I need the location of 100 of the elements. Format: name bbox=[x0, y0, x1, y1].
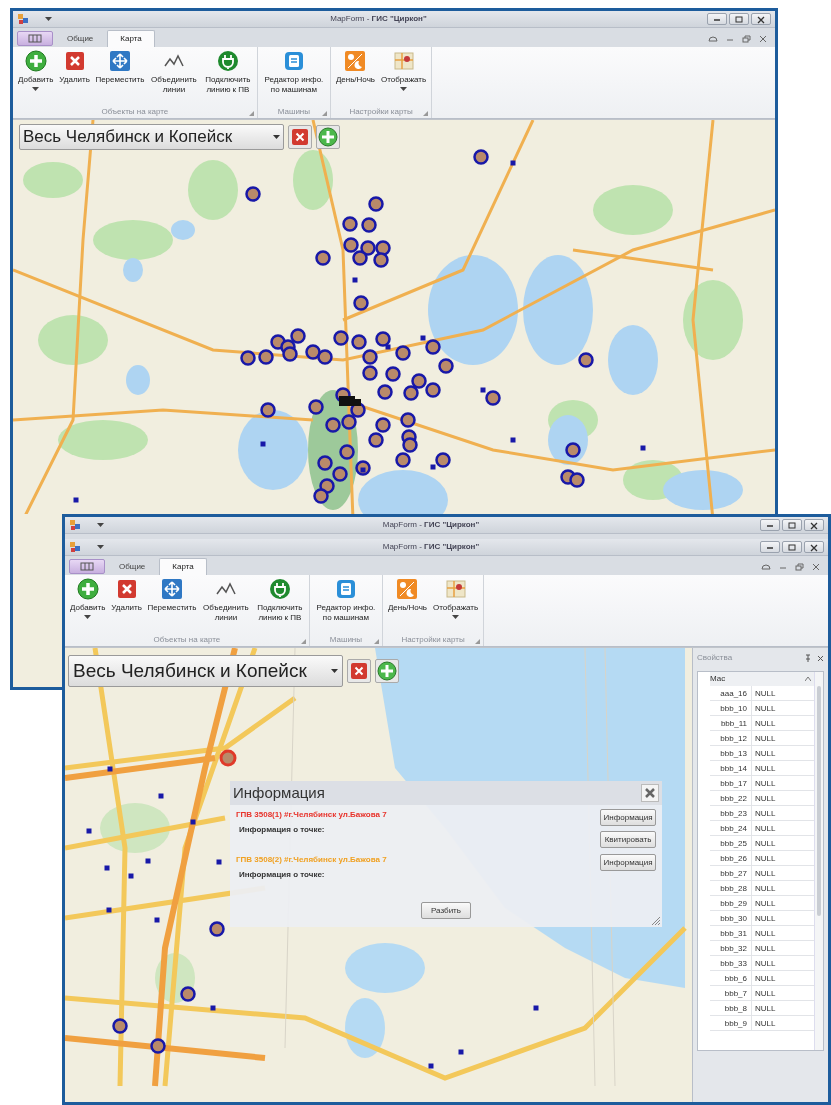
ribbon-button[interactable]: Переместить bbox=[92, 50, 147, 85]
map-marker[interactable] bbox=[362, 365, 378, 381]
map-point[interactable] bbox=[154, 917, 160, 923]
map-marker[interactable] bbox=[339, 444, 355, 460]
close-button[interactable] bbox=[751, 13, 771, 25]
dialog-button[interactable]: Информация bbox=[600, 854, 656, 871]
map-point[interactable] bbox=[73, 497, 79, 503]
map-point[interactable] bbox=[216, 859, 222, 865]
application-menu-button[interactable] bbox=[69, 559, 105, 574]
caret-icon[interactable] bbox=[400, 87, 408, 91]
map-point[interactable] bbox=[480, 387, 486, 393]
map-point[interactable] bbox=[352, 277, 358, 283]
map-point[interactable] bbox=[106, 907, 112, 913]
collapse-icon[interactable] bbox=[805, 677, 811, 681]
map-marker[interactable] bbox=[411, 373, 427, 389]
map-marker[interactable] bbox=[112, 1018, 128, 1034]
caret-icon[interactable] bbox=[32, 87, 40, 91]
arrows-icon[interactable] bbox=[108, 50, 131, 72]
maximize-icon[interactable] bbox=[733, 14, 745, 24]
map-point[interactable] bbox=[210, 1005, 216, 1011]
ribbon-button[interactable]: Добавить bbox=[67, 578, 109, 619]
app-icon[interactable] bbox=[69, 519, 81, 531]
map-point[interactable] bbox=[158, 793, 164, 799]
map-marker[interactable] bbox=[180, 986, 196, 1002]
dialog-button[interactable]: Квитировать bbox=[600, 831, 656, 848]
map-marker[interactable] bbox=[317, 455, 333, 471]
map-marker[interactable] bbox=[403, 385, 419, 401]
map-marker[interactable] bbox=[438, 358, 454, 374]
map-point[interactable] bbox=[510, 437, 516, 443]
ribbon-button[interactable]: Объединить линии bbox=[198, 578, 253, 623]
map-marker[interactable] bbox=[333, 330, 349, 346]
minimize-button[interactable] bbox=[760, 541, 780, 553]
pin-icon[interactable] bbox=[805, 654, 811, 662]
truck-icon[interactable] bbox=[339, 396, 361, 406]
caret-icon[interactable] bbox=[452, 615, 460, 619]
map-marker[interactable] bbox=[565, 442, 581, 458]
map-marker[interactable] bbox=[569, 472, 585, 488]
map-point[interactable] bbox=[107, 766, 113, 772]
app-icon[interactable] bbox=[17, 13, 29, 25]
plus-icon[interactable] bbox=[24, 50, 47, 72]
area-dropdown[interactable]: Весь Челябинск и Копейск bbox=[19, 124, 284, 150]
ribbon-button[interactable]: Редактор инфо. по машинам bbox=[259, 50, 328, 95]
map-point[interactable] bbox=[385, 344, 391, 350]
split-button[interactable]: Разбить bbox=[421, 902, 471, 919]
close-icon[interactable] bbox=[645, 788, 655, 798]
close-button[interactable] bbox=[641, 784, 659, 802]
map-marker[interactable] bbox=[425, 339, 441, 355]
caret-icon[interactable] bbox=[273, 135, 280, 139]
map-marker[interactable] bbox=[473, 149, 489, 165]
map-marker[interactable] bbox=[260, 402, 276, 418]
document-icon[interactable] bbox=[282, 50, 305, 72]
map-marker[interactable] bbox=[308, 399, 324, 415]
ribbon-button[interactable]: Подключить линию к ПВ bbox=[252, 578, 307, 623]
document-icon[interactable] bbox=[334, 578, 357, 600]
map-marker[interactable] bbox=[485, 390, 501, 406]
close-button[interactable] bbox=[804, 541, 824, 553]
map-marker[interactable] bbox=[385, 366, 401, 382]
map-point[interactable] bbox=[104, 865, 110, 871]
map-marker[interactable] bbox=[290, 328, 306, 344]
plug-icon[interactable] bbox=[268, 578, 291, 600]
map-marker[interactable] bbox=[373, 252, 389, 268]
map-marker[interactable] bbox=[245, 186, 261, 202]
map-marker[interactable] bbox=[360, 240, 376, 256]
plus-icon[interactable] bbox=[76, 578, 99, 600]
map-icon[interactable] bbox=[392, 50, 415, 72]
collapse-ribbon-icon[interactable] bbox=[708, 35, 718, 43]
ribbon-tab[interactable]: Общие bbox=[55, 30, 106, 47]
map-marker[interactable] bbox=[362, 349, 378, 365]
map-marker[interactable] bbox=[240, 350, 256, 366]
caret-icon[interactable] bbox=[97, 523, 104, 527]
application-menu-button[interactable] bbox=[17, 31, 53, 46]
map-marker[interactable] bbox=[435, 452, 451, 468]
map-marker[interactable] bbox=[377, 384, 393, 400]
map-marker[interactable] bbox=[341, 414, 357, 430]
ribbon-tab[interactable]: Карта bbox=[107, 30, 155, 47]
map-point[interactable] bbox=[128, 873, 134, 879]
caret-icon[interactable] bbox=[45, 17, 52, 21]
map-marker[interactable] bbox=[315, 250, 331, 266]
map-point[interactable] bbox=[420, 335, 426, 341]
dialog-button[interactable]: Информация bbox=[600, 809, 656, 826]
map-point[interactable] bbox=[190, 819, 196, 825]
map-marker[interactable] bbox=[317, 349, 333, 365]
restore-icon[interactable] bbox=[742, 35, 751, 43]
map-point[interactable] bbox=[510, 160, 516, 166]
caret-icon[interactable] bbox=[331, 669, 338, 673]
maximize-icon[interactable] bbox=[786, 542, 798, 552]
ribbon-button[interactable]: День/Ночь bbox=[332, 50, 378, 85]
map-marker[interactable] bbox=[395, 345, 411, 361]
close-icon[interactable] bbox=[817, 654, 824, 662]
delete-icon[interactable] bbox=[63, 50, 86, 72]
panel-icon[interactable] bbox=[28, 34, 42, 43]
delete-icon[interactable] bbox=[115, 578, 138, 600]
map-marker[interactable] bbox=[150, 1038, 166, 1054]
maximize-icon[interactable] bbox=[786, 520, 798, 530]
ribbon-tab[interactable]: Карта bbox=[159, 558, 207, 575]
ribbon-tab[interactable]: Общие bbox=[107, 558, 158, 575]
map-icon[interactable] bbox=[444, 578, 467, 600]
ribbon-button[interactable]: Удалить bbox=[108, 578, 145, 613]
map-marker[interactable] bbox=[332, 466, 348, 482]
map-marker[interactable] bbox=[343, 237, 359, 253]
